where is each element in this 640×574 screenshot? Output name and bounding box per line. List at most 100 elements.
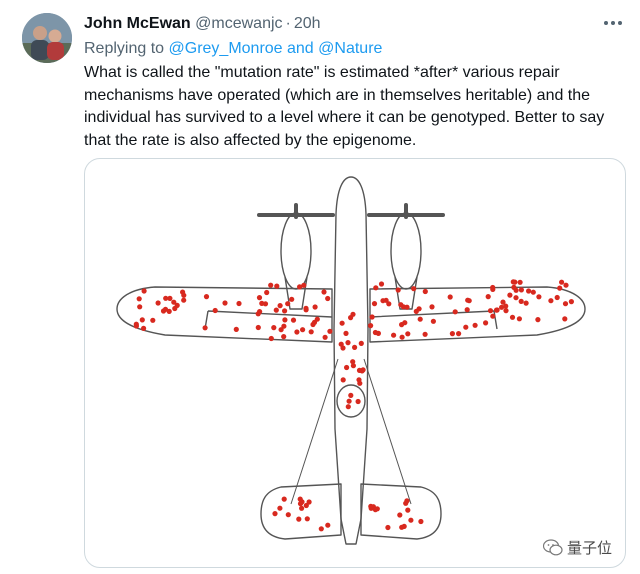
damage-hit: [536, 294, 542, 300]
damage-hit: [282, 317, 288, 323]
damage-hit: [277, 303, 283, 309]
damage-hit: [303, 307, 309, 313]
damage-hit: [356, 367, 363, 373]
damage-hit: [554, 294, 560, 301]
author-handle[interactable]: @mcewanjc: [195, 15, 282, 32]
damage-hit: [233, 326, 239, 332]
damage-hit: [512, 279, 518, 285]
damage-hit: [181, 297, 187, 303]
more-dot: [618, 21, 622, 25]
damage-hit: [405, 507, 411, 513]
damage-hit: [430, 318, 436, 324]
guide-lines: [290, 358, 412, 505]
damage-hit: [306, 499, 312, 505]
damage-hit: [509, 314, 516, 320]
damage-hit: [343, 330, 349, 336]
tweet-text-line: individual has survived to a level where…: [84, 109, 605, 126]
damage-hit: [557, 285, 563, 291]
damage-hit: [399, 524, 405, 530]
damage-hit: [297, 284, 303, 290]
damage-hit: [507, 292, 513, 298]
damage-hit: [511, 284, 517, 290]
damage-hit: [371, 301, 378, 307]
damage-hit: [346, 398, 352, 404]
damage-hit: [277, 505, 283, 511]
damage-hit: [327, 328, 333, 334]
damage-hit: [355, 398, 361, 405]
damage-hit: [456, 331, 462, 337]
damage-hit: [133, 323, 139, 329]
tailplane: [260, 483, 342, 540]
damage-hit: [296, 516, 302, 522]
damage-hit: [282, 308, 288, 314]
damage-hit: [321, 289, 327, 295]
tweet-text-line: that the rate is also affected by the ep…: [84, 131, 417, 149]
damage-hit: [274, 283, 280, 289]
damage-hit: [308, 329, 314, 335]
damage-hit: [368, 323, 374, 329]
damage-hit: [530, 289, 536, 295]
wechat-icon: [543, 538, 563, 555]
damage-hit: [257, 309, 263, 315]
damage-hit: [350, 311, 356, 317]
reply-prefix: Replying to: [84, 40, 165, 57]
damage-hit: [517, 279, 523, 285]
damage-hit: [385, 524, 391, 531]
damage-hit: [447, 294, 453, 300]
avatar-photo: [22, 13, 72, 63]
damage-hit: [391, 332, 397, 338]
damage-hit: [483, 320, 489, 326]
damage-hits: [133, 279, 574, 532]
damage-hit: [236, 300, 242, 307]
damage-hit: [513, 295, 519, 301]
damage-hit: [160, 308, 167, 314]
tailplane-right: [360, 483, 442, 540]
damage-hit: [449, 331, 455, 337]
reply-mentions-link[interactable]: @Grey_Monroe and @Nature: [169, 40, 383, 57]
more-dot: [611, 21, 615, 25]
damage-hit: [150, 317, 156, 323]
damage-hit: [273, 307, 279, 313]
damage-hit: [563, 282, 569, 288]
damage-hit: [339, 320, 345, 326]
avatar[interactable]: [22, 13, 72, 63]
damage-hit: [402, 320, 408, 326]
more-options-button[interactable]: [600, 12, 626, 34]
damage-hit: [494, 307, 500, 313]
damage-hit: [255, 324, 261, 331]
left-wing: [116, 286, 333, 343]
damage-hit: [281, 496, 287, 502]
timestamp[interactable]: 20h: [294, 15, 321, 32]
damage-hit: [137, 304, 143, 310]
damage-hit: [256, 295, 263, 301]
tweet-media-image[interactable]: [84, 158, 626, 568]
damage-hit: [518, 287, 524, 293]
damage-hit: [472, 322, 478, 328]
damage-hit: [399, 334, 405, 340]
damage-hit: [463, 324, 469, 330]
damage-hit: [340, 377, 346, 383]
tweet-header: John McEwan @mcewanjc · 20h: [84, 14, 321, 34]
damage-hit: [408, 517, 414, 523]
author-name[interactable]: John McEwan: [84, 15, 191, 32]
damage-hit: [503, 308, 509, 314]
damage-hit: [416, 306, 422, 312]
damage-hit: [294, 329, 300, 335]
damage-hit: [139, 317, 145, 323]
damage-hit: [523, 300, 529, 306]
damage-hit: [172, 305, 178, 312]
tweet-text-line: What is called the "mutation rate" is es…: [84, 64, 560, 81]
damage-hit: [357, 380, 363, 386]
damage-hit: [262, 301, 269, 307]
damage-hit: [281, 334, 287, 340]
damage-hit: [311, 319, 318, 325]
damage-hit: [417, 316, 423, 322]
damage-hit: [271, 325, 277, 331]
damage-hit: [516, 316, 522, 322]
separator-dot: ·: [285, 15, 291, 32]
damage-hit: [397, 512, 403, 518]
damage-hit: [297, 496, 303, 502]
damage-hit: [322, 334, 328, 340]
damage-hit: [375, 330, 381, 336]
damage-hit: [372, 507, 378, 513]
